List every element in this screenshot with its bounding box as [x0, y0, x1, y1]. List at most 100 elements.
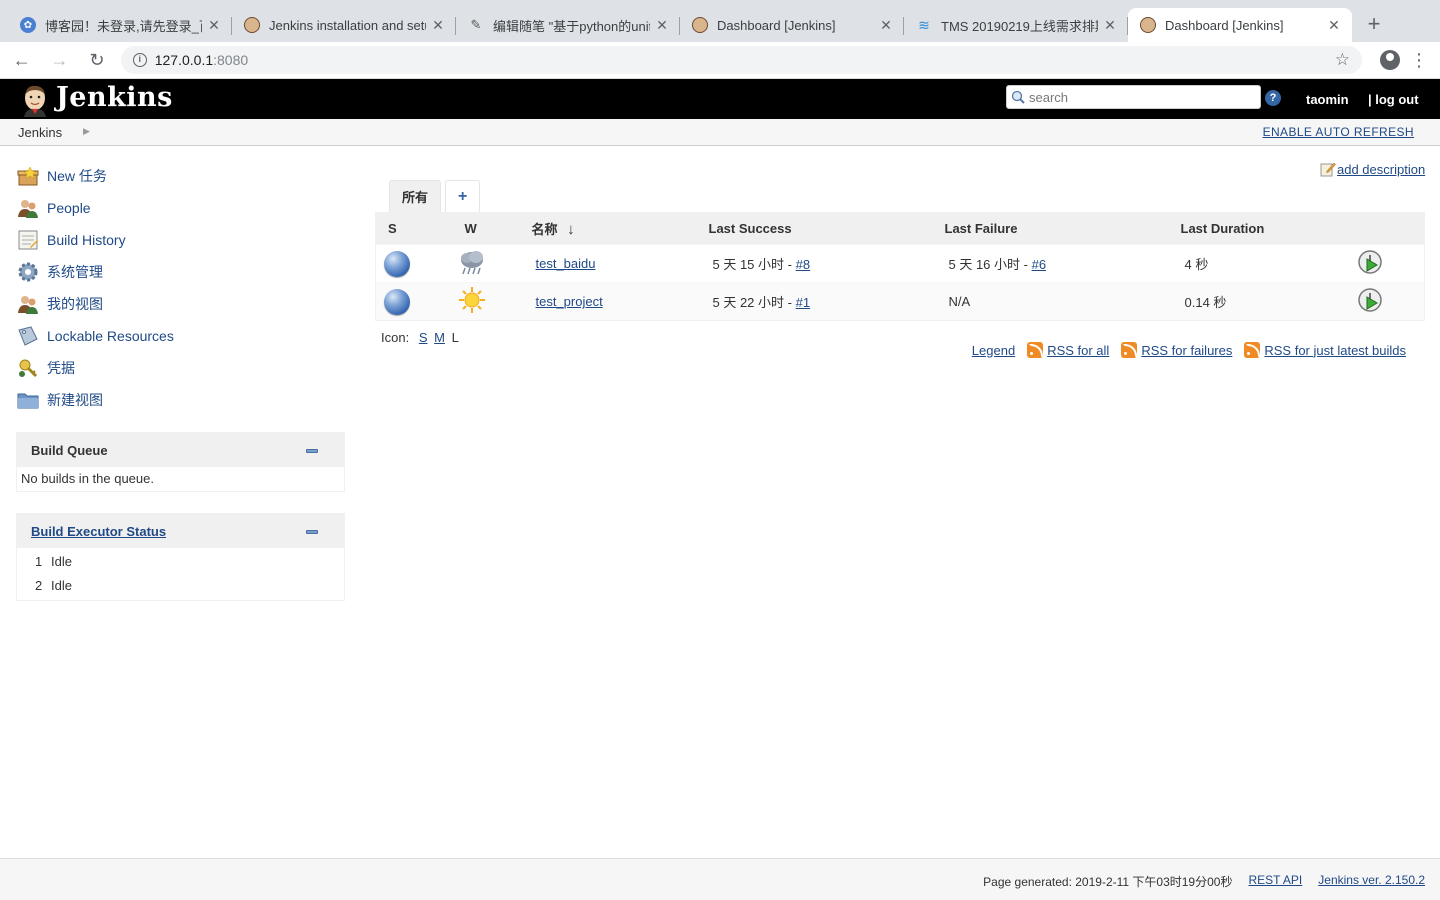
icon-size-s[interactable]: S	[419, 330, 428, 345]
build-link[interactable]: #6	[1032, 257, 1046, 272]
back-arrow-icon[interactable]: ←	[6, 44, 38, 76]
col-last-failure[interactable]: Last Failure	[932, 212, 1169, 245]
col-name[interactable]: 名称 ↓	[519, 212, 697, 245]
add-description[interactable]: add description	[1320, 161, 1425, 177]
icon-size-l: L	[451, 330, 459, 345]
build-queue-empty: No builds in the queue.	[21, 471, 154, 486]
jenkins-header: Jenkins search ? taomin | log out	[0, 79, 1440, 119]
weather-storm-icon[interactable]	[457, 247, 487, 277]
task-label[interactable]: Build History	[47, 232, 126, 248]
col-weather[interactable]: W	[452, 212, 520, 245]
reload-icon[interactable]: ↻	[81, 44, 113, 76]
chevron-right-icon[interactable]: ▶	[83, 126, 90, 137]
build-link[interactable]: #8	[796, 257, 810, 272]
executor-status: Idle	[51, 553, 72, 569]
info-icon[interactable]: i	[132, 53, 147, 67]
last-success-time: 5 天 22 小时 -	[712, 295, 796, 310]
user-link[interactable]: taomin	[1306, 92, 1349, 107]
tab-title: 博客园！未登录,请先登录_百度	[45, 18, 202, 34]
rss-failures-label: RSS for failures	[1141, 342, 1233, 358]
task-manage-jenkins[interactable]: 系统管理	[16, 256, 346, 288]
tab-all[interactable]: 所有	[389, 180, 442, 212]
task-new-view[interactable]: 新建视图	[16, 384, 346, 416]
rss-icon	[1121, 342, 1138, 358]
browser-tab-active[interactable]: Dashboard [Jenkins] ✕	[1128, 8, 1352, 42]
executor-status-link[interactable]: Build Executor Status	[31, 524, 166, 539]
search-input[interactable]: search	[1006, 85, 1261, 109]
task-my-views[interactable]: 我的视图	[16, 288, 346, 320]
icon-size-m[interactable]: M	[434, 330, 445, 345]
close-icon[interactable]: ✕	[206, 17, 222, 33]
rest-api-link[interactable]: REST API	[1248, 873, 1302, 890]
tab-title: Jenkins installation and setup	[269, 17, 426, 33]
new-tab-button[interactable]: +	[1360, 11, 1388, 39]
task-label[interactable]: New 任务	[47, 166, 107, 186]
user-icon	[18, 296, 38, 314]
task-label[interactable]: 凭据	[47, 358, 75, 378]
tab-title: Dashboard [Jenkins]	[1165, 17, 1284, 33]
lock-icon	[18, 326, 38, 346]
task-new-item[interactable]: New 任务	[16, 160, 346, 192]
browser-tab[interactable]: Jenkins installation and setup ✕	[232, 8, 456, 42]
weather-sunny-icon[interactable]	[457, 285, 487, 315]
executor-number: 2	[35, 577, 43, 593]
help-icon[interactable]: ?	[1265, 90, 1281, 106]
rss-failures-link[interactable]: RSS for failures	[1121, 342, 1232, 358]
rss-latest-link[interactable]: RSS for just latest builds	[1244, 342, 1406, 358]
status-blue-ball-icon[interactable]	[384, 250, 410, 277]
schedule-build-icon[interactable]	[1357, 287, 1383, 313]
task-build-history[interactable]: Build History	[16, 224, 346, 256]
col-last-success[interactable]: Last Success	[696, 212, 933, 245]
jenkins-brand-title[interactable]: Jenkins	[56, 82, 173, 113]
browser-tab[interactable]: ✎ 编辑随笔 "基于python的unittest ✕	[456, 8, 680, 42]
logout-link[interactable]: | log out	[1368, 92, 1419, 107]
profile-icon[interactable]	[1380, 50, 1401, 70]
schedule-build-icon[interactable]	[1357, 249, 1383, 275]
task-people[interactable]: People	[16, 192, 346, 224]
close-icon[interactable]: ✕	[1102, 17, 1118, 33]
jenkins-butler-icon[interactable]	[18, 83, 52, 117]
legend-link[interactable]: Legend	[972, 343, 1015, 358]
close-icon[interactable]: ✕	[1326, 17, 1342, 33]
task-label[interactable]: 系统管理	[47, 262, 103, 282]
add-description-link[interactable]: add description	[1337, 162, 1425, 177]
enable-auto-refresh-link[interactable]: ENABLE AUTO REFRESH	[1263, 125, 1414, 139]
people-icon	[18, 200, 38, 218]
forward-arrow-icon[interactable]: →	[44, 44, 76, 76]
browser-tab[interactable]: ✿ 博客园！未登录,请先登录_百度 ✕	[8, 8, 232, 42]
task-label[interactable]: 新建视图	[47, 390, 103, 410]
close-icon[interactable]: ✕	[654, 17, 670, 33]
col-last-duration[interactable]: Last Duration	[1168, 212, 1355, 245]
close-icon[interactable]: ✕	[878, 17, 894, 33]
address-bar[interactable]: i 127.0.0.1:8080 ☆	[120, 46, 1363, 74]
task-label[interactable]: 我的视图	[47, 294, 103, 314]
jenkins-version-link[interactable]: Jenkins ver. 2.150.2	[1318, 873, 1425, 890]
task-lockable-resources[interactable]: Lockable Resources	[16, 320, 346, 352]
browser-tab[interactable]: ≋ TMS 20190219上线需求排期 ✕	[904, 8, 1128, 42]
collapse-icon[interactable]	[306, 449, 318, 453]
build-link[interactable]: #1	[796, 295, 810, 310]
browser-tab[interactable]: Dashboard [Jenkins] ✕	[680, 8, 904, 42]
task-label[interactable]: Lockable Resources	[47, 328, 174, 344]
tab-title: Dashboard [Jenkins]	[717, 17, 836, 33]
job-link[interactable]: test_baidu	[536, 256, 596, 271]
task-label[interactable]: People	[47, 200, 91, 216]
rss-all-label: RSS for all	[1047, 342, 1110, 358]
col-status[interactable]: S	[375, 212, 453, 245]
jenkins-favicon-icon	[244, 17, 260, 33]
add-view-tab[interactable]: +	[445, 180, 481, 212]
collapse-icon[interactable]	[306, 530, 318, 534]
job-link[interactable]: test_project	[536, 294, 603, 309]
url-host: 127.0.0.1	[154, 52, 214, 68]
close-icon[interactable]: ✕	[430, 17, 446, 33]
task-credentials[interactable]: 凭据	[16, 352, 346, 384]
page-generated: Page generated: 2019-2-11 下午03时19分00秒	[983, 875, 1233, 889]
icon-size-selector: Icon: S M L	[381, 330, 459, 345]
breadcrumb: Jenkins ▶ ENABLE AUTO REFRESH	[0, 119, 1440, 146]
breadcrumb-jenkins[interactable]: Jenkins	[18, 125, 62, 140]
rss-all-link[interactable]: RSS for all	[1027, 342, 1109, 358]
kebab-menu-icon[interactable]: ⋮	[1410, 50, 1428, 71]
status-blue-ball-icon[interactable]	[384, 288, 410, 315]
star-icon[interactable]: ☆	[1335, 50, 1350, 70]
browser-toolbar: ← → ↻ i 127.0.0.1:8080 ☆ ⋮	[0, 42, 1440, 79]
